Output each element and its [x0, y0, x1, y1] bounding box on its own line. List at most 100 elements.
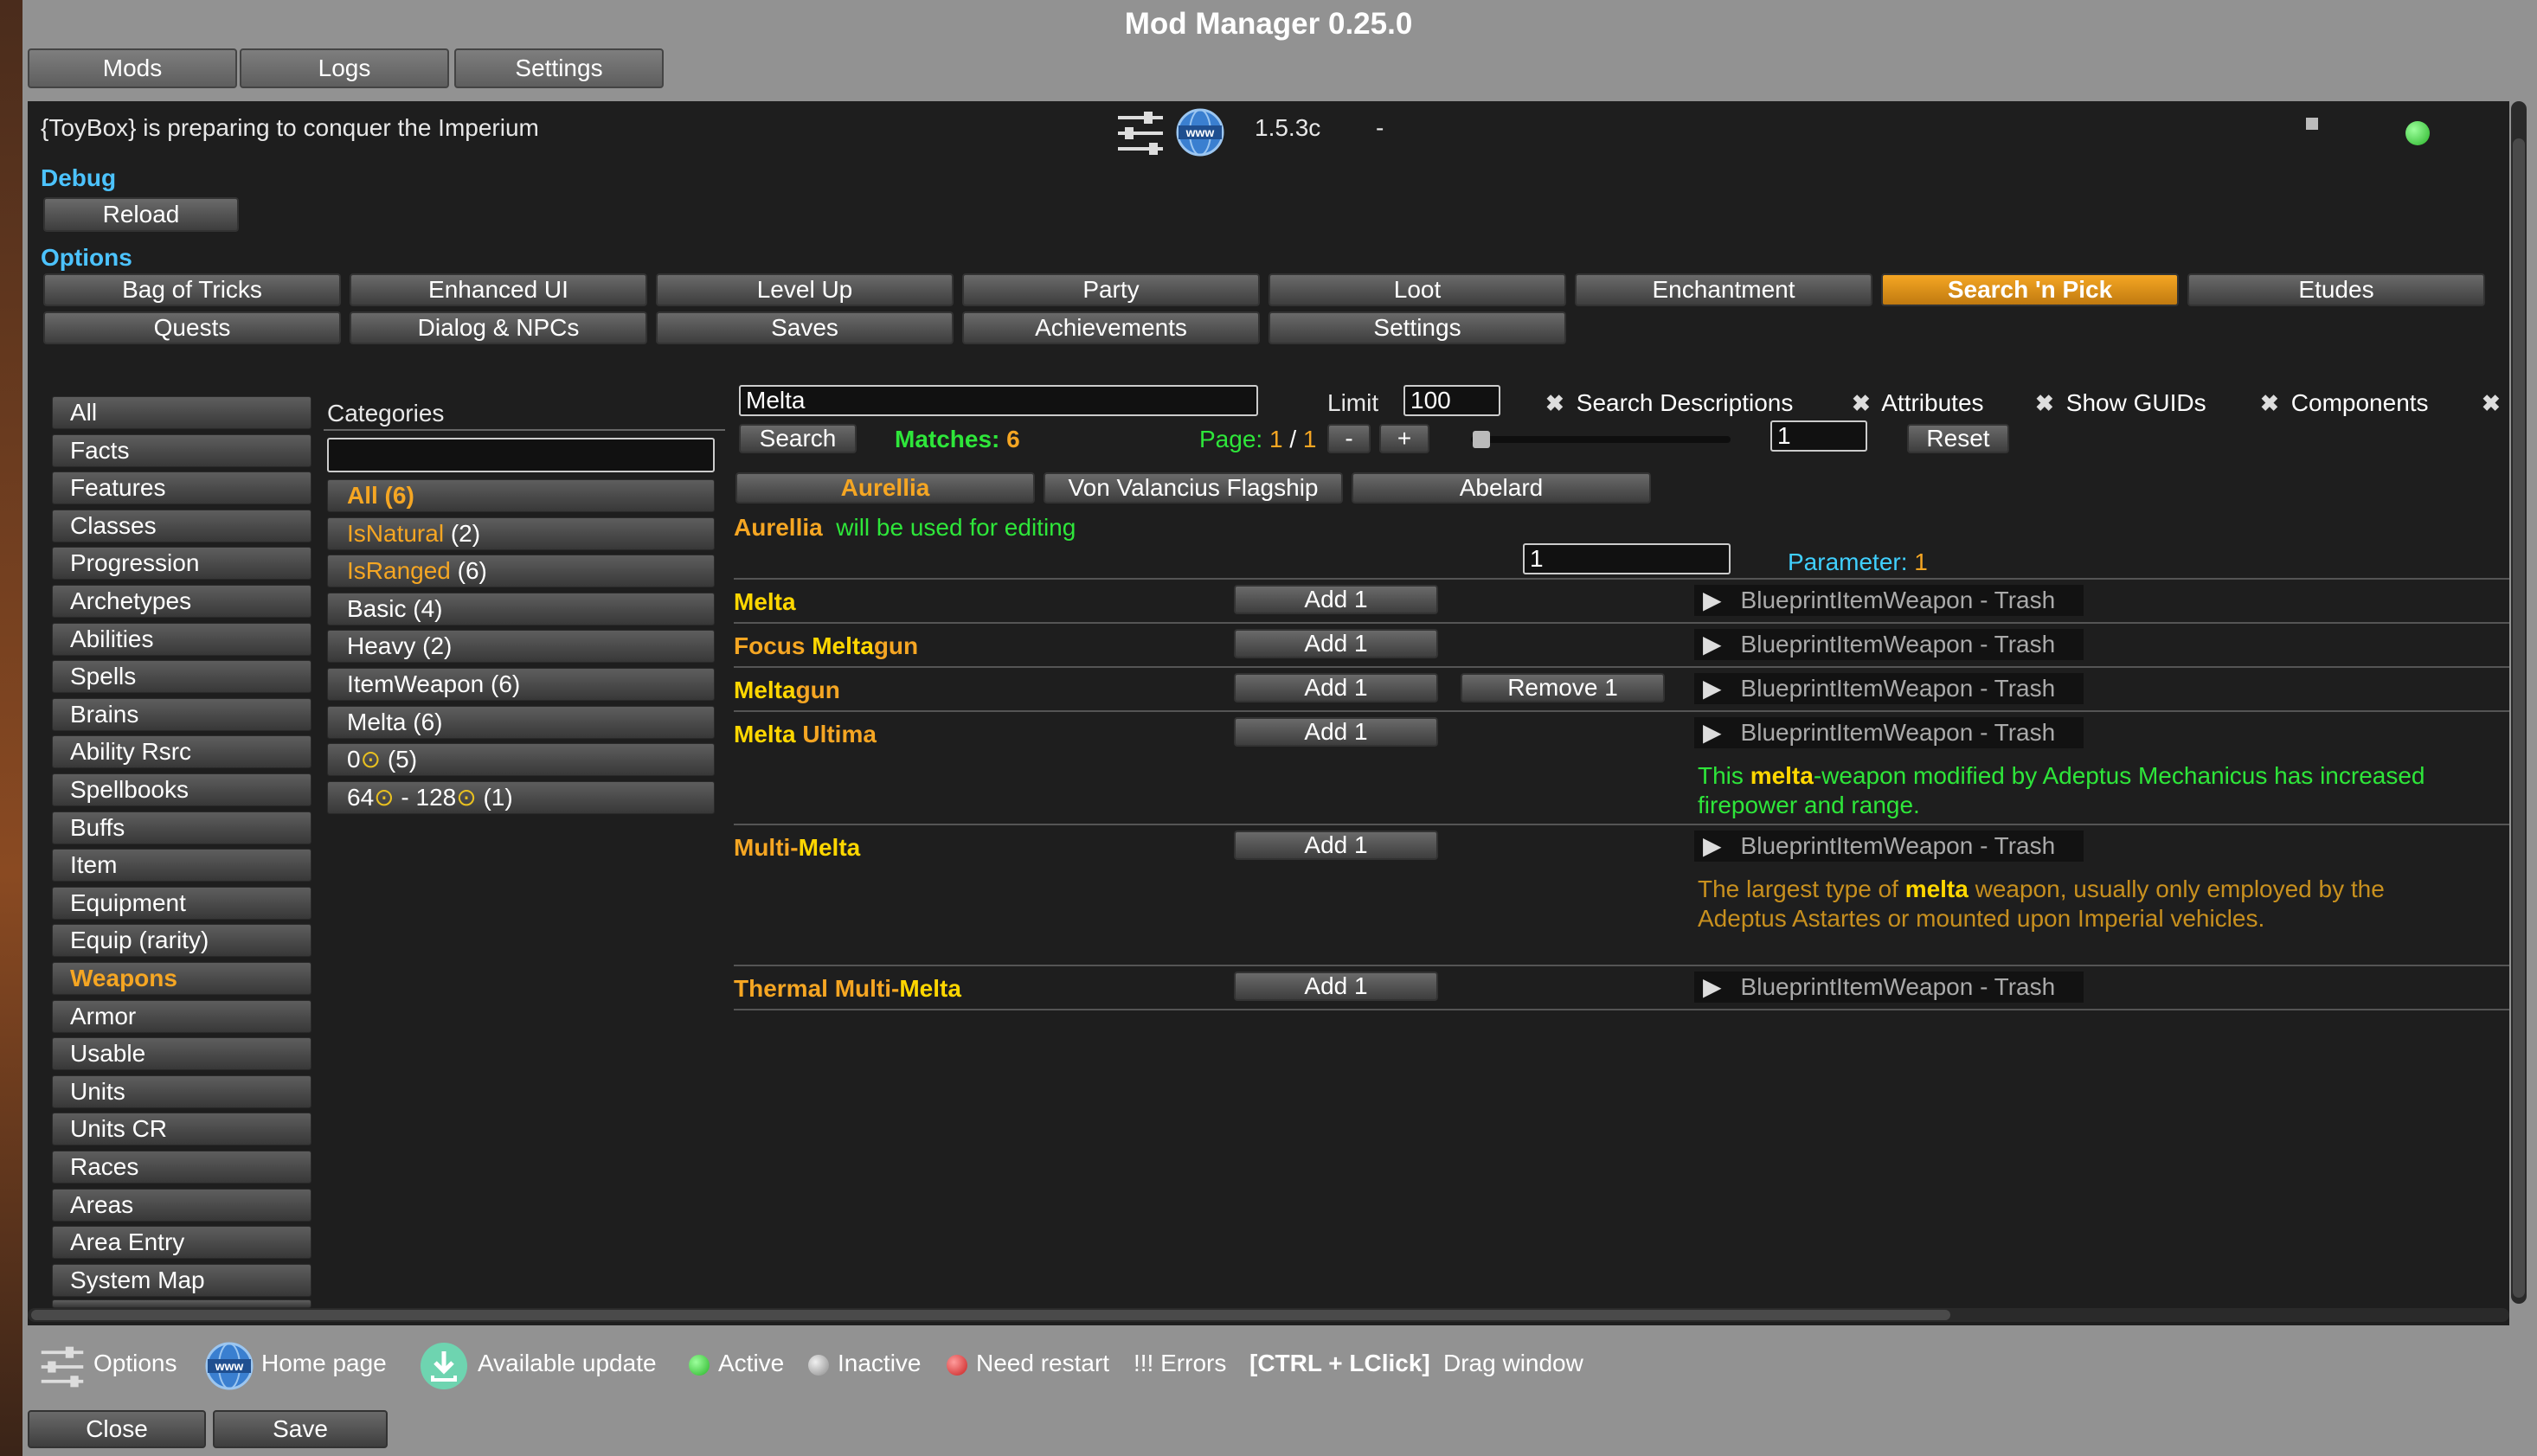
nav-item[interactable]: Equip (rarity) — [52, 924, 312, 958]
nav-item[interactable]: Area Entry — [52, 1226, 312, 1260]
blueprint-type-toggle[interactable]: ▶ BlueprintItemWeapon - Trash — [1694, 717, 2084, 748]
search-button[interactable]: Search — [739, 424, 857, 453]
options-tab-row2-1[interactable]: Dialog & NPCs — [350, 311, 647, 344]
nav-item[interactable]: Facts — [52, 433, 312, 467]
category-label: All (6) — [347, 482, 414, 509]
options-tab-2[interactable]: Level Up — [656, 273, 954, 306]
tab-mods[interactable]: Mods — [28, 48, 237, 88]
party-member-abelard[interactable]: Abelard — [1352, 472, 1651, 504]
party-member-aurellia[interactable]: Aurellia — [735, 472, 1035, 504]
nav-item[interactable]: Abilities — [52, 622, 312, 656]
nav-item[interactable]: Races — [52, 1151, 312, 1183]
add-button[interactable]: Add 1 — [1234, 831, 1438, 860]
category-item[interactable]: IsRanged (6) — [327, 555, 715, 588]
options-tab-5[interactable]: Enchantment — [1575, 273, 1872, 306]
legend-inactive: Inactive — [808, 1350, 922, 1377]
nav-item[interactable]: Equipment — [52, 886, 312, 920]
nav-item[interactable]: Brains — [52, 697, 312, 731]
add-button[interactable]: Add 1 — [1234, 629, 1438, 658]
nav-item[interactable]: Units CR — [52, 1113, 312, 1146]
category-item[interactable]: 64⊙ - 128⊙ (1) — [327, 780, 715, 814]
nav-item[interactable]: Spellbooks — [52, 773, 312, 806]
nav-item[interactable]: All — [52, 396, 312, 429]
limit-input[interactable] — [1403, 385, 1500, 416]
blueprint-type: BlueprintItemWeapon - Trash — [1740, 675, 2056, 702]
reset-button[interactable]: Reset — [1907, 424, 2009, 453]
options-tab-row2-3[interactable]: Achievements — [962, 311, 1260, 344]
nav-item-partial[interactable] — [52, 1299, 312, 1308]
options-tab-0[interactable]: Bag of Tricks — [43, 273, 341, 306]
options-tab-6[interactable]: Search 'n Pick — [1881, 273, 2179, 306]
nav-item[interactable]: System Map — [52, 1263, 312, 1297]
add-button[interactable]: Add 1 — [1234, 585, 1438, 614]
horizontal-scrollbar-thumb[interactable] — [31, 1310, 1950, 1320]
nav-item[interactable]: Units — [52, 1074, 312, 1108]
parameter-slider-thumb[interactable] — [1473, 431, 1490, 448]
row-divider — [734, 666, 2509, 668]
category-item[interactable]: Basic (4) — [327, 592, 715, 625]
vertical-scrollbar-thumb[interactable] — [2513, 138, 2525, 1298]
svg-text:www: www — [215, 1359, 244, 1373]
add-button[interactable]: Add 1 — [1234, 717, 1438, 747]
coin-icon: ⊙ — [360, 746, 382, 773]
page-next-button[interactable]: + — [1379, 424, 1429, 453]
nav-item[interactable]: Usable — [52, 1037, 312, 1071]
blueprint-type-toggle[interactable]: ▶ BlueprintItemWeapon - Trash — [1694, 673, 2084, 704]
show-guids-checkbox[interactable]: ✖ Show GUIDs — [2035, 389, 2206, 417]
options-tab-row2-0[interactable]: Quests — [43, 311, 341, 344]
category-item[interactable]: IsNatural (2) — [327, 516, 715, 550]
add-button[interactable]: Add 1 — [1234, 673, 1438, 702]
options-tab-7[interactable]: Etudes — [2187, 273, 2485, 306]
category-item[interactable]: ItemWeapon (6) — [327, 668, 715, 701]
nav-item[interactable]: Progression — [52, 547, 312, 580]
options-tab-1[interactable]: Enhanced UI — [350, 273, 647, 306]
tab-logs[interactable]: Logs — [240, 48, 449, 88]
slider-value-input[interactable] — [1770, 420, 1867, 452]
options-tab-3[interactable]: Party — [962, 273, 1260, 306]
category-item[interactable]: Heavy (2) — [327, 630, 715, 664]
blueprint-type-toggle[interactable]: ▶ BlueprintItemWeapon - Trash — [1694, 585, 2084, 616]
search-descriptions-checkbox[interactable]: ✖ Search Descriptions — [1545, 389, 1793, 417]
page-prev-button[interactable]: - — [1327, 424, 1371, 453]
blueprint-type-toggle[interactable]: ▶ BlueprintItemWeapon - Trash — [1694, 972, 2084, 1003]
reload-button[interactable]: Reload — [43, 197, 239, 232]
nav-item[interactable]: Item — [52, 849, 312, 882]
attributes-checkbox[interactable]: ✖ Attributes — [1852, 389, 1984, 417]
blueprint-type-toggle[interactable]: ▶ BlueprintItemWeapon - Trash — [1694, 629, 2084, 660]
window-title[interactable]: Mod Manager 0.25.0 — [0, 0, 2537, 48]
nav-item[interactable]: Weapons — [52, 962, 312, 995]
category-item[interactable]: All (6) — [327, 479, 715, 512]
category-item[interactable]: Melta (6) — [327, 705, 715, 739]
save-button[interactable]: Save — [213, 1410, 388, 1448]
parameter-input[interactable] — [1523, 543, 1731, 574]
globe-www-icon[interactable]: www — [1175, 107, 1225, 157]
nav-item[interactable]: Areas — [52, 1188, 312, 1222]
category-item[interactable]: 0⊙ (5) — [327, 743, 715, 777]
options-tab-4[interactable]: Loot — [1268, 273, 1566, 306]
party-member-von-valancius[interactable]: Von Valancius Flagship — [1044, 472, 1343, 504]
components-checkbox[interactable]: ✖ Components — [2260, 389, 2429, 417]
remove-button[interactable]: Remove 1 — [1461, 673, 1665, 702]
options-tab-row2-2[interactable]: Saves — [656, 311, 954, 344]
sliders-icon[interactable] — [1114, 109, 1166, 157]
parameter-slider-track[interactable] — [1471, 436, 1731, 443]
nav-item[interactable]: Spells — [52, 660, 312, 694]
nav-item[interactable]: Features — [52, 471, 312, 505]
description-part: melta — [1750, 762, 1814, 789]
add-button[interactable]: Add 1 — [1234, 972, 1438, 1001]
category-filter-input[interactable] — [327, 438, 715, 472]
search-input[interactable] — [739, 385, 1258, 416]
nav-item[interactable]: Archetypes — [52, 585, 312, 618]
options-tab-row2-4[interactable]: Settings — [1268, 311, 1566, 344]
nav-item[interactable]: Classes — [52, 509, 312, 542]
blueprint-type-toggle[interactable]: ▶ BlueprintItemWeapon - Trash — [1694, 831, 2084, 862]
close-button[interactable]: Close — [28, 1410, 206, 1448]
nav-item[interactable]: Buffs — [52, 811, 312, 844]
extra-checkbox[interactable]: ✖ — [2482, 389, 2506, 417]
editing-name: Aurellia — [734, 514, 823, 541]
tab-settings[interactable]: Settings — [454, 48, 664, 88]
row-divider — [734, 1009, 2509, 1010]
gray-dot-icon — [808, 1354, 829, 1376]
nav-item[interactable]: Armor — [52, 999, 312, 1033]
nav-item[interactable]: Ability Rsrc — [52, 735, 312, 769]
